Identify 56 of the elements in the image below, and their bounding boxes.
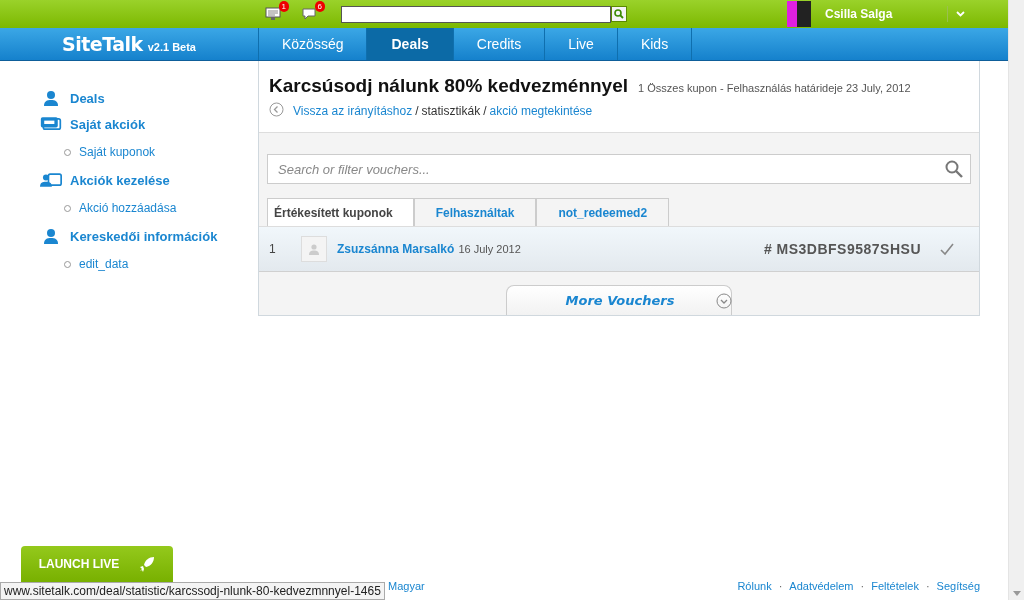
deal-meta: 1 Összes kupon - Felhasználás határideje 23 July, 2012 [638, 82, 911, 94]
checkmark-icon[interactable] [939, 242, 955, 256]
separator-dot: · [925, 580, 930, 592]
separator-dot: · [860, 580, 865, 592]
avatar-icon [301, 236, 327, 262]
scroll-down-icon[interactable] [1013, 591, 1021, 596]
nav-tab[interactable]: Live [545, 28, 618, 60]
sidebar-item[interactable]: Saját akciók [70, 116, 146, 132]
monitor-icon[interactable] [265, 7, 281, 21]
breadcrumb-link[interactable]: Vissza az irányításhoz [293, 104, 413, 118]
rocket-icon [139, 556, 156, 572]
back-icon[interactable] [269, 102, 284, 120]
breadcrumb-link[interactable]: akció megtekintése [489, 104, 593, 118]
user-name[interactable]: Csilla Salga [825, 7, 947, 21]
scrollbar[interactable] [1008, 0, 1024, 600]
avatar-placeholder [787, 1, 811, 27]
tab[interactable]: Értékesített kuponok [267, 198, 414, 226]
breadcrumb-current: statisztikák [421, 104, 481, 118]
more-vouchers-button[interactable]: More Vouchers [506, 285, 732, 315]
footer-link[interactable]: Segítség [936, 580, 980, 592]
nav-tab[interactable]: Kids [617, 28, 693, 60]
separator-dot: · [778, 580, 783, 592]
deal-title: Karcsúsodj nálunk 80% kedvezménnyel [269, 75, 629, 97]
nav-tab[interactable]: Deals [367, 28, 454, 60]
notification-badge: 1 [278, 1, 289, 12]
search-field[interactable] [341, 5, 611, 23]
language-link[interactable]: Magyar [388, 580, 425, 592]
footer-link[interactable]: Feltételek [871, 580, 919, 592]
site-logo[interactable]: SiteTalk [62, 33, 143, 55]
tab[interactable]: not_redeemed2 [536, 198, 670, 226]
sidebar-item[interactable]: Deals [70, 90, 105, 106]
nav-tab[interactable]: Credits [453, 28, 546, 60]
tab[interactable]: Felhasználtak [413, 198, 537, 226]
person-ticket-icon [40, 171, 62, 189]
sidebar-subitem[interactable]: edit_data [79, 257, 129, 271]
notification-badge: 6 [314, 1, 325, 12]
chat-bubble-icon[interactable] [301, 7, 317, 21]
sidebar-subitem[interactable]: Akció hozzáadása [79, 201, 177, 215]
chevron-down-icon [716, 292, 733, 309]
voucher-date: 16 July 2012 [458, 243, 521, 255]
breadcrumb-separator: / [415, 104, 419, 118]
row-number: 1 [269, 242, 277, 256]
ticket-icon [40, 115, 62, 133]
sidebar-subitem[interactable]: Saját kuponok [79, 145, 156, 159]
footer-link[interactable]: Rólunk [737, 580, 772, 592]
version-label: v2.1 Beta [147, 40, 196, 53]
footer-link[interactable]: Adatvédelem [789, 580, 854, 592]
sidebar-item[interactable]: Kereskedői információk [70, 228, 218, 244]
search-icon[interactable] [611, 6, 627, 22]
launch-live-button[interactable]: LAUNCH LIVE [21, 546, 173, 582]
search-icon[interactable] [945, 160, 963, 178]
breadcrumb-separator: / [483, 104, 487, 118]
status-url-tooltip: www.sitetalk.com/deal/statistic/karcssodj-nlunk-80-kedvezmnnyel-1465 [0, 582, 385, 600]
sidebar-item[interactable]: Akciók kezelése [70, 172, 170, 188]
voucher-code: # MS3DBFS9587SHSU [763, 241, 921, 257]
customer-name[interactable]: Zsuzsánna Marsalkó [337, 242, 455, 256]
